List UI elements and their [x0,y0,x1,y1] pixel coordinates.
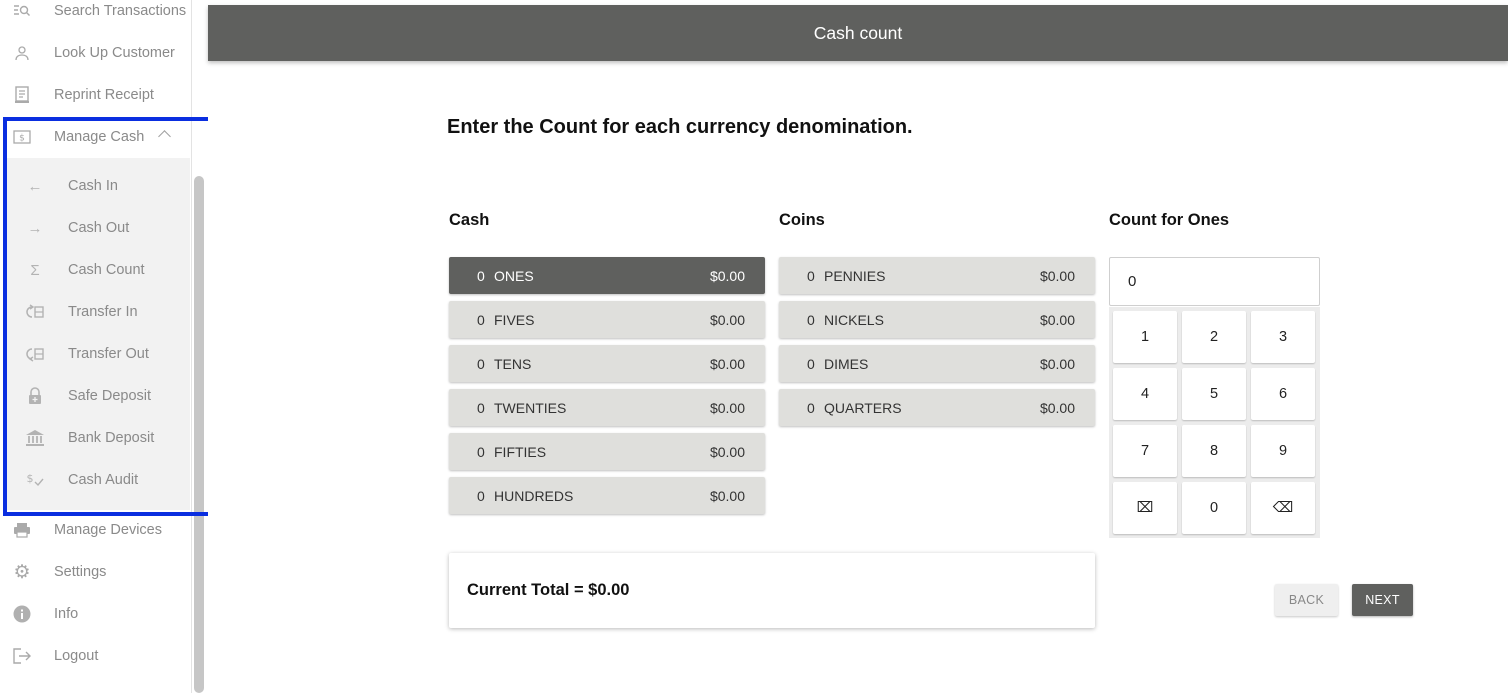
logout-icon [12,646,32,666]
denomination-ones[interactable]: 0 ONES $0.00 [449,257,765,294]
receipt-icon [12,85,32,105]
denomination-name: HUNDREDS [494,487,574,504]
denomination-name: NICKELS [824,311,884,328]
denomination-amount: $0.00 [709,399,745,416]
next-button[interactable]: NEXT [1352,584,1413,616]
denomination-count: 0 [477,487,485,504]
back-button[interactable]: BACK [1275,584,1338,616]
cash-column-title: Cash [449,211,490,229]
denomination-pennies[interactable]: 0 PENNIES $0.00 [779,257,1095,294]
sidebar-item-label: Search Transactions [54,3,187,19]
denomination-quarters[interactable]: 0 QUARTERS $0.00 [779,389,1095,426]
denomination-count: 0 [477,311,485,328]
denomination-name: QUARTERS [824,399,902,416]
denomination-count: 0 [477,267,485,284]
denomination-nickels[interactable]: 0 NICKELS $0.00 [779,301,1095,338]
count-input[interactable]: 0 [1109,257,1320,306]
denomination-amount: $0.00 [709,355,745,372]
sidebar-item-label: Info [54,606,79,622]
denomination-count: 0 [807,311,815,328]
denomination-amount: $0.00 [1039,355,1075,372]
clear-key[interactable]: ⌧ [1113,482,1177,534]
count-column-title: Count for Ones [1109,211,1230,229]
denomination-amount: $0.00 [1039,311,1075,328]
denomination-fifties[interactable]: 0 FIFTIES $0.00 [449,433,765,470]
denomination-tens[interactable]: 0 TENS $0.00 [449,345,765,382]
sidebar-item-info[interactable]: Info [0,593,190,635]
key-2[interactable]: 2 [1182,311,1246,363]
keypad: 1 2 3 4 5 6 7 8 9 ⌧ 0 ⌫ [1109,307,1320,538]
denomination-twenties[interactable]: 0 TWENTIES $0.00 [449,389,765,426]
manage-cash-highlight-box [3,117,208,516]
sidebar-item-label: Manage Devices [54,522,162,538]
denomination-name: DIMES [824,355,869,372]
gear-icon: ⚙ [13,561,31,583]
key-9[interactable]: 9 [1251,425,1315,477]
sidebar-item-label: Settings [54,564,107,580]
sidebar-item-look-up-customer[interactable]: Look Up Customer [0,32,190,74]
denomination-amount: $0.00 [1039,267,1075,284]
sidebar-item-reprint-receipt[interactable]: Reprint Receipt [0,74,190,116]
person-icon [12,43,32,63]
denomination-fives[interactable]: 0 FIVES $0.00 [449,301,765,338]
denomination-count: 0 [477,355,485,372]
sidebar-item-settings[interactable]: ⚙ Settings [0,551,190,593]
search-list-icon [12,1,32,21]
denomination-name: ONES [494,267,534,284]
denomination-count: 0 [477,399,485,416]
denomination-amount: $0.00 [709,311,745,328]
denomination-name: FIVES [494,311,535,328]
denomination-count: 0 [477,443,485,460]
key-5[interactable]: 5 [1182,368,1246,420]
key-8[interactable]: 8 [1182,425,1246,477]
sidebar-item-label: Logout [54,648,99,664]
denomination-name: FIFTIES [494,443,547,460]
denomination-name: PENNIES [824,267,886,284]
denomination-count: 0 [807,267,815,284]
key-3[interactable]: 3 [1251,311,1315,363]
denomination-dimes[interactable]: 0 DIMES $0.00 [779,345,1095,382]
instruction-text: Enter the Count for each currency denomi… [447,116,913,138]
sidebar-item-logout[interactable]: Logout [0,635,190,677]
denomination-count: 0 [807,399,815,416]
denomination-amount: $0.00 [709,267,745,284]
sidebar-item-label: Reprint Receipt [54,87,154,103]
key-4[interactable]: 4 [1113,368,1177,420]
current-total-card: Current Total = $0.00 [449,553,1095,628]
backspace-key[interactable]: ⌫ [1251,482,1315,534]
denomination-amount: $0.00 [709,443,745,460]
info-icon [12,604,32,624]
current-total-text: Current Total = $0.00 [467,581,630,599]
key-7[interactable]: 7 [1113,425,1177,477]
app-header: Cash count [208,5,1508,61]
denomination-hundreds[interactable]: 0 HUNDREDS $0.00 [449,477,765,514]
denomination-amount: $0.00 [709,487,745,504]
page-title: Cash count [813,22,903,43]
key-1[interactable]: 1 [1113,311,1177,363]
denomination-name: TWENTIES [494,399,567,416]
denomination-amount: $0.00 [1039,399,1075,416]
key-6[interactable]: 6 [1251,368,1315,420]
printer-icon [12,520,32,540]
coins-column-title: Coins [779,211,825,229]
denomination-count: 0 [807,355,815,372]
key-0[interactable]: 0 [1182,482,1246,534]
sidebar-item-search-transactions[interactable]: Search Transactions [0,0,190,32]
denomination-name: TENS [494,355,532,372]
sidebar-item-label: Look Up Customer [54,45,175,61]
